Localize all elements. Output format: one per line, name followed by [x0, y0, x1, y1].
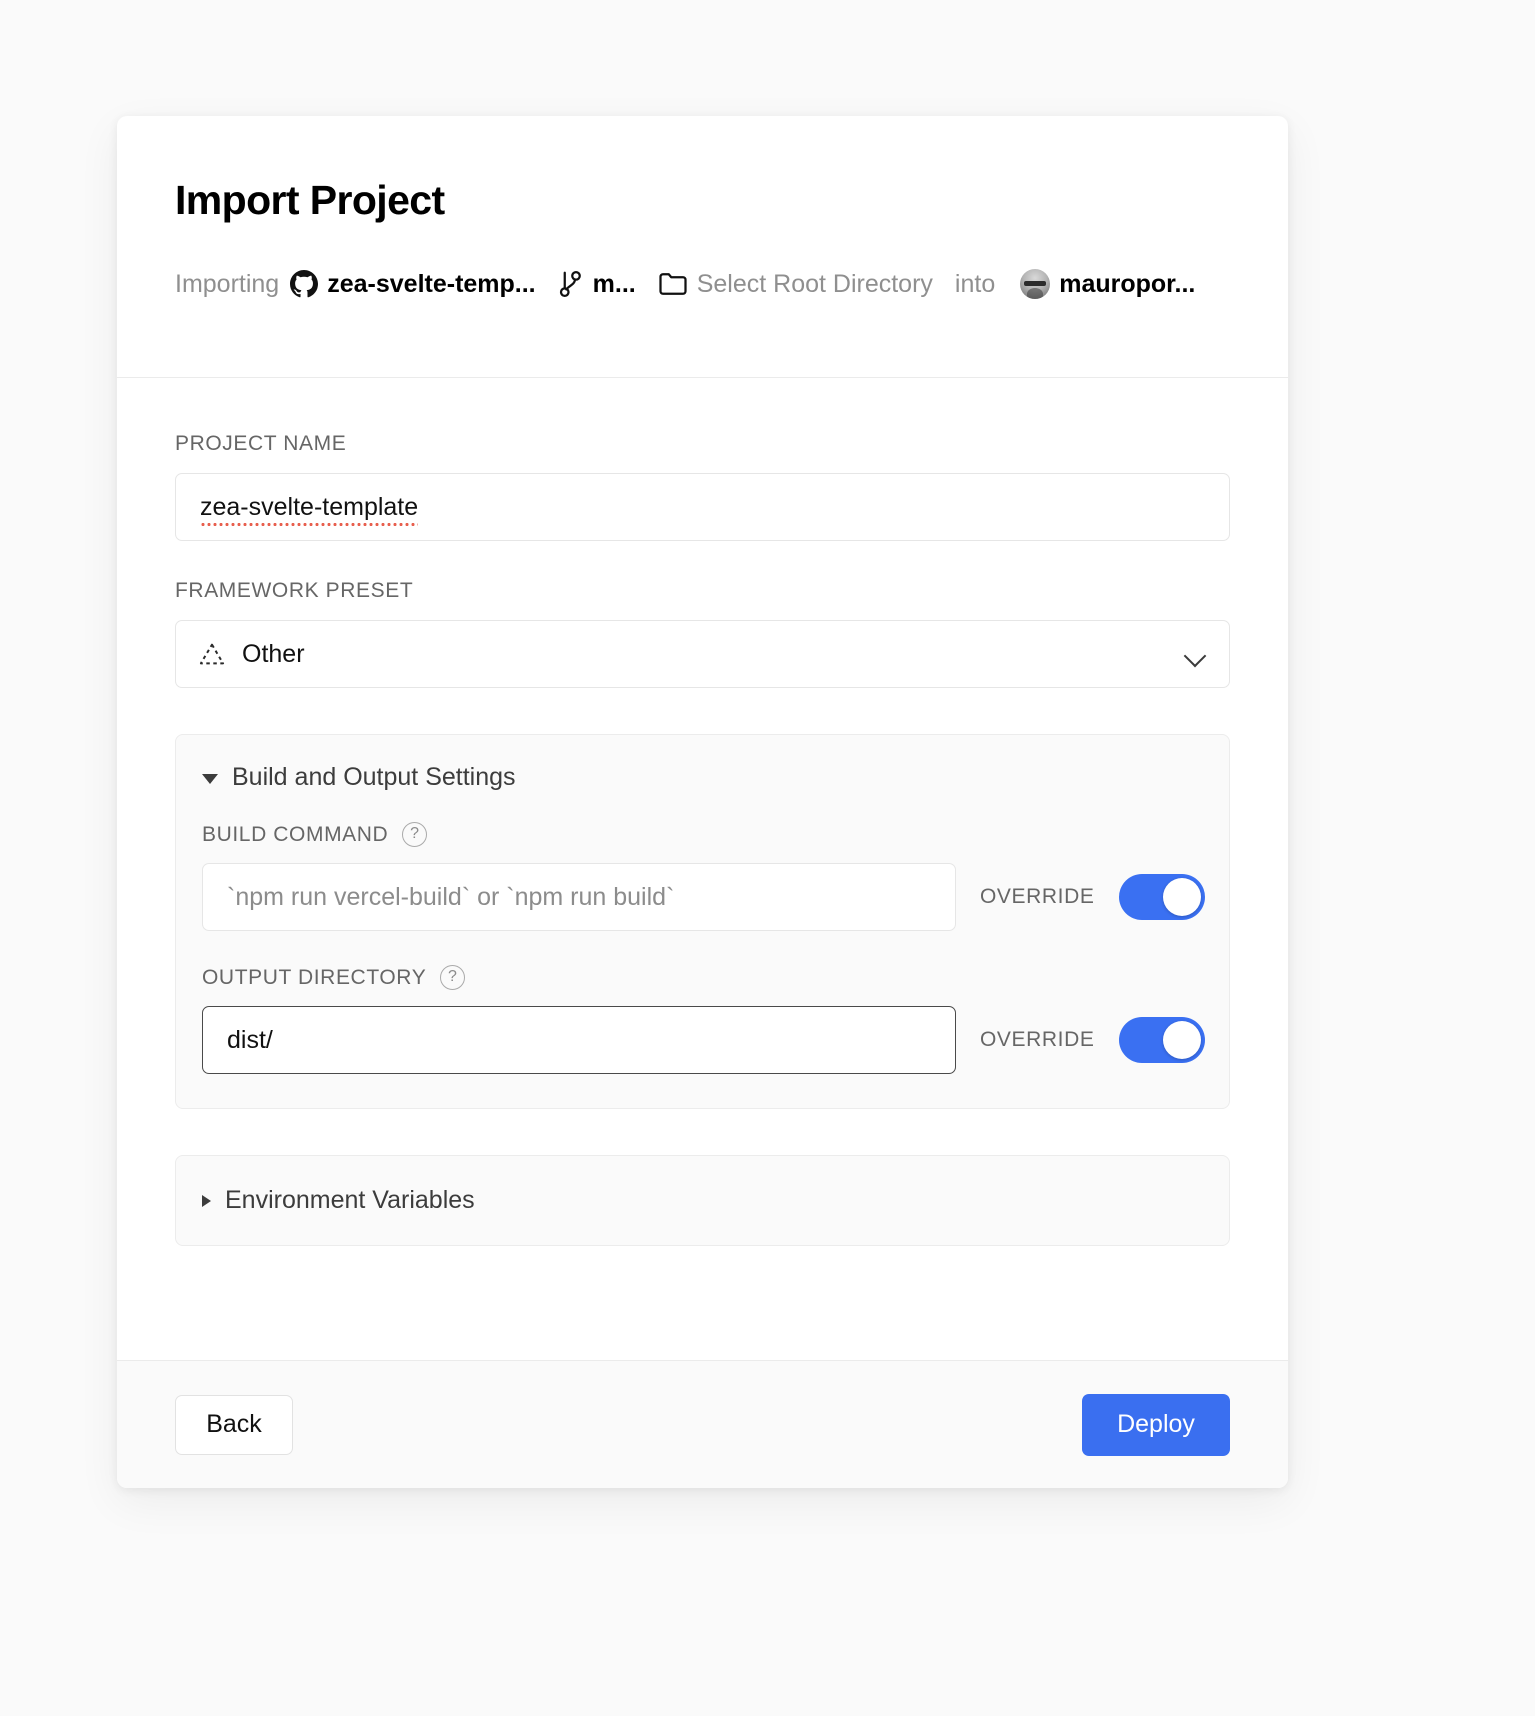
chevron-down-icon — [1185, 648, 1207, 661]
project-name-input[interactable]: zea-svelte-template — [175, 473, 1230, 541]
output-directory-override-toggle[interactable] — [1118, 1017, 1205, 1063]
card-footer: Back Deploy — [117, 1360, 1288, 1488]
project-name-value: zea-svelte-template — [200, 492, 419, 521]
framework-preset-value: Other — [242, 639, 305, 668]
toggle-knob — [1162, 878, 1201, 916]
build-settings-body: BUILD COMMAND ? OVERRIDE — [176, 796, 1229, 1108]
avatar — [1020, 269, 1051, 300]
environment-variables-panel: Environment Variables — [175, 1155, 1230, 1246]
breadcrumb-root-directory-label: Select Root Directory — [696, 269, 933, 298]
build-settings-toggle[interactable]: Build and Output Settings — [176, 735, 1229, 796]
build-command-input[interactable] — [202, 863, 956, 931]
breadcrumb-account[interactable]: mauropor... — [1020, 269, 1196, 300]
breadcrumb-repo[interactable]: zea-svelte-temp... — [290, 269, 536, 299]
breadcrumb-root-directory[interactable]: Select Root Directory — [658, 270, 933, 299]
question-mark-icon[interactable]: ? — [440, 965, 466, 990]
card-body: PROJECT NAME zea-svelte-template FRAMEWO… — [117, 378, 1288, 1360]
build-command-row: OVERRIDE — [202, 863, 1205, 931]
build-command-label-row: BUILD COMMAND ? — [202, 822, 1203, 847]
build-settings-title: Build and Output Settings — [232, 763, 516, 791]
folder-icon — [658, 271, 688, 297]
breadcrumb: Importing zea-svelte-temp... m... Select… — [175, 269, 1230, 300]
page-title: Import Project — [175, 177, 445, 223]
project-name-label: PROJECT NAME — [175, 432, 347, 455]
card-header: Import Project Importing zea-svelte-temp… — [117, 116, 1288, 378]
breadcrumb-branch[interactable]: m... — [558, 269, 636, 299]
output-directory-override-label: OVERRIDE — [980, 1028, 1095, 1051]
triangle-down-icon — [202, 774, 218, 784]
output-directory-value: dist/ — [227, 1025, 273, 1054]
dashed-triangle-icon — [198, 641, 226, 667]
git-branch-icon — [558, 269, 584, 299]
toggle-knob — [1162, 1021, 1201, 1059]
environment-variables-toggle[interactable]: Environment Variables — [176, 1156, 1229, 1245]
build-command-label: BUILD COMMAND — [202, 822, 389, 846]
output-directory-input[interactable]: dist/ — [202, 1006, 956, 1074]
import-project-card: Import Project Importing zea-svelte-temp… — [117, 116, 1288, 1488]
build-and-output-settings-panel: Build and Output Settings BUILD COMMAND … — [175, 734, 1230, 1109]
output-directory-label: OUTPUT DIRECTORY — [202, 965, 427, 989]
environment-variables-title: Environment Variables — [225, 1186, 475, 1214]
deploy-button[interactable]: Deploy — [1082, 1393, 1230, 1456]
github-icon — [290, 270, 319, 298]
breadcrumb-repo-name: zea-svelte-temp... — [327, 269, 536, 298]
build-command-override-toggle[interactable] — [1118, 874, 1205, 920]
breadcrumb-branch-name: m... — [592, 269, 636, 298]
framework-preset-select[interactable]: Other — [175, 620, 1230, 688]
spellcheck-underline — [200, 522, 419, 526]
back-button[interactable]: Back — [175, 1394, 293, 1455]
breadcrumb-account-name: mauropor... — [1059, 269, 1196, 298]
question-mark-icon[interactable]: ? — [402, 822, 428, 847]
triangle-right-icon — [202, 1194, 211, 1207]
framework-preset-label: FRAMEWORK PRESET — [175, 579, 414, 602]
screen: Import Project Importing zea-svelte-temp… — [0, 0, 1535, 1716]
breadcrumb-into-label: into — [954, 269, 996, 298]
output-directory-label-row: OUTPUT DIRECTORY ? — [202, 965, 1203, 990]
output-directory-row: dist/ OVERRIDE — [202, 1006, 1205, 1074]
build-command-override-label: OVERRIDE — [980, 885, 1095, 908]
breadcrumb-importing-label: Importing — [175, 269, 280, 298]
